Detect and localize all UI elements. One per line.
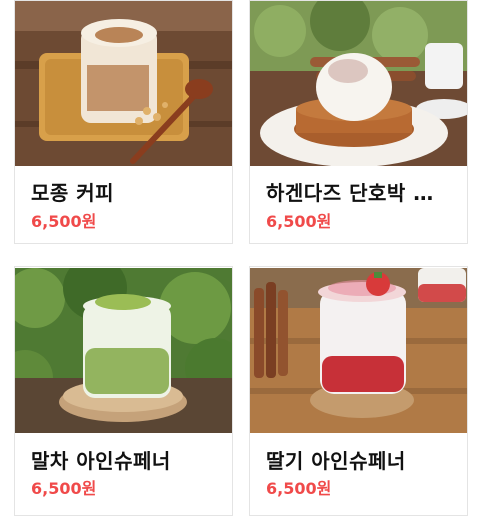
product-price: 6,500원 [31,212,97,231]
product-name: 딸기 아인슈페너 [266,449,406,473]
product-name: 모종 커피 [31,181,115,205]
product-card-matcha-einspanner[interactable]: 말차 아인슈페너 6,500원 [14,266,233,516]
product-price: 6,500원 [266,212,332,231]
product-name: 말차 아인슈페너 [31,449,171,473]
product-image[interactable] [250,268,468,433]
product-price: 6,500원 [31,479,97,498]
product-grid: 모종 커피 6,500원 하겐다즈 단호박 … 6,500원 말차 아인슈페너 … [0,0,484,516]
product-card-mojong-coffee[interactable]: 모종 커피 6,500원 [14,0,233,244]
product-image[interactable] [15,1,233,166]
product-card-haagendazs-pumpkin[interactable]: 하겐다즈 단호박 … 6,500원 [249,0,468,244]
product-card-strawberry-einspanner[interactable]: 딸기 아인슈페너 6,500원 [249,266,468,516]
product-price: 6,500원 [266,479,332,498]
product-name: 하겐다즈 단호박 … [266,181,434,205]
product-image[interactable] [250,1,468,166]
product-image[interactable] [15,268,233,433]
